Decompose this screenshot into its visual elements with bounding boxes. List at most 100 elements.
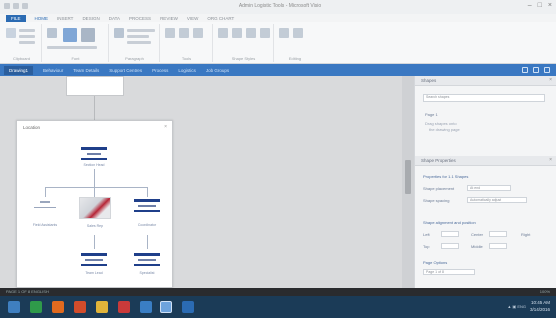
clock-date: 3/14/2016 <box>529 307 550 312</box>
quick-styles-icon[interactable] <box>218 28 228 38</box>
field-label: Shape spacing <box>423 198 450 203</box>
tab-view[interactable]: VIEW <box>187 16 199 21</box>
save-icon[interactable] <box>4 3 10 9</box>
connector-line <box>94 169 95 187</box>
indent-button[interactable] <box>127 35 149 38</box>
font-size-field[interactable] <box>47 46 97 49</box>
redo-icon[interactable] <box>22 3 28 9</box>
fill-icon[interactable] <box>232 28 242 38</box>
paste-icon[interactable] <box>6 28 16 38</box>
shape-spacing-select[interactable]: Automatically adjust <box>467 197 527 203</box>
tab-review[interactable]: REVIEW <box>160 16 178 21</box>
zoom-level[interactable]: 100% <box>540 289 550 294</box>
page-tab-team-details[interactable]: Team Details <box>73 68 99 73</box>
org-node-coordinator[interactable]: Coordinator <box>134 199 160 227</box>
format-painter-button[interactable] <box>19 41 35 44</box>
node-label: Section Head <box>83 163 105 167</box>
vertical-scrollbar[interactable] <box>402 76 414 288</box>
org-chart-container[interactable]: Location × Section Head Field Assistants… <box>16 120 173 288</box>
folder-icon[interactable] <box>96 301 108 313</box>
cut-button[interactable] <box>19 29 35 32</box>
more-options-icon[interactable] <box>544 67 550 73</box>
clock[interactable]: 10:45 AM 3/14/2016 <box>530 299 550 313</box>
app-icon[interactable] <box>30 301 42 313</box>
org-node-root[interactable]: Section Head <box>81 147 107 167</box>
org-node-field-assistants[interactable]: Field Assistants <box>32 199 58 227</box>
align-middle-option[interactable]: Middle <box>471 244 483 249</box>
fit-page-icon[interactable] <box>522 67 528 73</box>
shape-placement-select[interactable]: At end <box>467 185 511 191</box>
text-icon[interactable] <box>81 28 95 42</box>
align-left-option[interactable]: Left <box>423 232 430 237</box>
system-tray[interactable]: ▲ ▣ ENG <box>507 304 526 309</box>
align-center-option[interactable]: Center <box>471 232 483 237</box>
connector-line <box>94 235 95 249</box>
align-left-field[interactable] <box>441 231 459 237</box>
connector-line <box>147 235 148 249</box>
org-node-team-lead[interactable]: Team Lead <box>81 253 107 275</box>
shape-fill-icon[interactable] <box>63 28 77 42</box>
node-header <box>134 253 160 256</box>
page-tab-behaviour[interactable]: Behaviour <box>43 68 63 73</box>
tab-file[interactable]: FILE <box>6 14 26 22</box>
tab-data[interactable]: DATA <box>109 16 120 21</box>
top-shape[interactable] <box>66 76 124 96</box>
org-node-specialist[interactable]: Specialist <box>134 253 160 275</box>
page-tab-process[interactable]: Process <box>152 68 168 73</box>
maximize-button[interactable]: □ <box>538 2 542 9</box>
start-button-icon[interactable] <box>8 301 20 313</box>
page-options-select[interactable]: Page 1 of 8 <box>423 269 475 275</box>
page-tab-support-centres[interactable]: Support Centres <box>109 68 142 73</box>
align-top-field[interactable] <box>441 243 459 249</box>
line-icon[interactable] <box>246 28 256 38</box>
app-icon[interactable] <box>52 301 64 313</box>
align-right-option[interactable]: Right <box>521 232 530 237</box>
connector-icon[interactable] <box>179 28 189 38</box>
page-tab-logistics[interactable]: Logistics <box>178 68 196 73</box>
font-icon[interactable] <box>47 28 57 38</box>
effects-icon[interactable] <box>260 28 270 38</box>
stencil-item[interactable]: Page 1 <box>425 112 438 117</box>
scrollbar-thumb[interactable] <box>405 160 411 194</box>
minimize-button[interactable]: – <box>528 2 532 9</box>
bullets-button[interactable] <box>127 29 155 32</box>
search-shapes-input[interactable]: Search shapes <box>423 94 545 102</box>
app-icon[interactable] <box>118 301 130 313</box>
app-icon[interactable] <box>74 301 86 313</box>
select-icon[interactable] <box>293 28 303 38</box>
copy-button[interactable] <box>19 35 35 38</box>
find-icon[interactable] <box>279 28 289 38</box>
quick-access-toolbar[interactable] <box>4 3 28 11</box>
status-bar: PAGE 1 OF 8 ENGLISH 100% <box>0 288 556 296</box>
align-icon[interactable] <box>114 28 124 38</box>
group-label: Font <box>71 56 80 61</box>
page-tab-drawing1[interactable]: Drawing1 <box>4 65 34 75</box>
undo-icon[interactable] <box>13 3 19 9</box>
app-icon[interactable] <box>140 301 152 313</box>
tab-design[interactable]: DESIGN <box>82 16 99 21</box>
page-tab-job-groups[interactable]: Job Groups <box>206 68 229 73</box>
node-header <box>81 147 107 150</box>
spacing-button[interactable] <box>127 41 151 44</box>
visio-app-icon[interactable] <box>160 301 172 313</box>
node-label: Specialist <box>139 271 155 275</box>
ribbon: Clipboard Font Paragraph Tools Shape Sty… <box>0 22 556 64</box>
app-icon[interactable] <box>182 301 194 313</box>
close-icon[interactable]: × <box>164 124 167 130</box>
pointer-icon[interactable] <box>165 28 175 38</box>
close-icon[interactable]: × <box>549 77 552 83</box>
align-center-field[interactable] <box>489 231 507 237</box>
org-node-sales-rep[interactable]: Sales Rep <box>79 197 111 228</box>
align-middle-field[interactable] <box>489 243 507 249</box>
close-icon[interactable]: × <box>549 157 552 163</box>
zoom-icon[interactable] <box>533 67 539 73</box>
tab-home[interactable]: HOME <box>35 16 49 21</box>
tab-org-chart[interactable]: ORG CHART <box>207 16 234 21</box>
connector-line <box>45 187 46 197</box>
tab-process[interactable]: PROCESS <box>129 16 151 21</box>
align-top-option[interactable]: Top <box>423 244 429 249</box>
text-tool-icon[interactable] <box>193 28 203 38</box>
node-footer <box>134 264 160 266</box>
close-button[interactable]: × <box>548 2 552 9</box>
tab-insert[interactable]: INSERT <box>57 16 73 21</box>
